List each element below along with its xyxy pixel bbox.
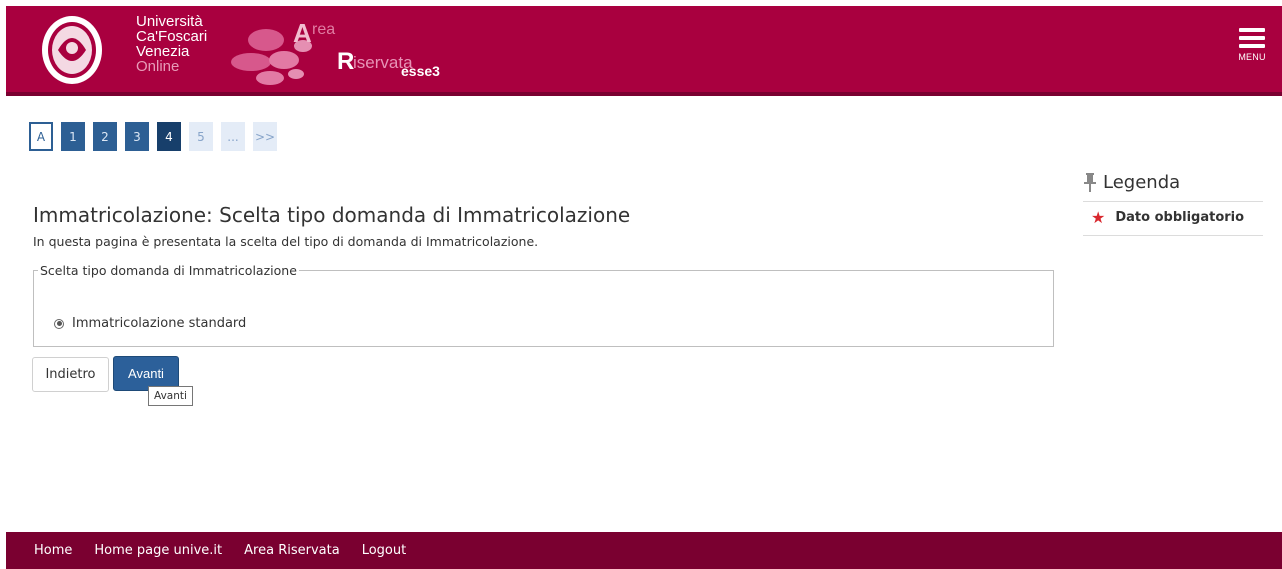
hamburger-icon-bar [1239, 44, 1265, 48]
site-footer: Home Home page unive.it Area Riservata L… [6, 532, 1282, 569]
step-ellipsis[interactable]: ... [221, 122, 245, 151]
university-line-2: Ca'Foscari [136, 28, 208, 45]
university-line-1: Università [136, 13, 203, 30]
asterisk-icon: ★ [1091, 207, 1106, 227]
pin-icon [1084, 172, 1096, 192]
page-title: Immatricolazione: Scelta tipo domanda di… [33, 203, 631, 228]
step-navigation: A 1 2 3 4 5 ... >> [29, 122, 277, 151]
radio-option-standard[interactable]: Immatricolazione standard [54, 316, 246, 331]
site-header: Università Ca'Foscari Venezia Online A r… [6, 6, 1282, 96]
legend-title: Legenda [1103, 172, 1181, 193]
menu-button[interactable]: MENU [1236, 28, 1268, 72]
area-letter-a: A [293, 18, 312, 48]
footer-link-home[interactable]: Home [34, 543, 72, 558]
hamburger-icon-bar [1239, 36, 1265, 40]
application-type-fieldset: Scelta tipo domanda di Immatricolazione … [33, 263, 1054, 347]
university-name[interactable]: Università Ca'Foscari Venezia Online [136, 14, 207, 74]
hamburger-icon [1239, 28, 1265, 32]
step-5[interactable]: 5 [189, 122, 213, 151]
menu-label: MENU [1238, 52, 1266, 62]
step-4-current[interactable]: 4 [157, 122, 181, 151]
page-intro: In questa pagina è presentata la scelta … [33, 234, 539, 249]
step-3[interactable]: 3 [125, 122, 149, 151]
footer-link-logout[interactable]: Logout [362, 543, 407, 558]
step-next-arrow[interactable]: >> [253, 122, 277, 151]
fieldset-legend: Scelta tipo domanda di Immatricolazione [40, 263, 297, 278]
radio-selected-icon[interactable] [54, 318, 64, 329]
area-rea-text: rea [312, 21, 336, 38]
radio-option-label: Immatricolazione standard [72, 316, 247, 331]
area-esse3-text: esse3 [401, 63, 440, 79]
footer-link-area-riservata[interactable]: Area Riservata [244, 543, 340, 558]
legend-panel: Legenda ★ Dato obbligatorio [1083, 172, 1263, 236]
area-letter-r: R [337, 48, 355, 75]
legend-required-label: Dato obbligatorio [1115, 210, 1245, 225]
back-button[interactable]: Indietro [32, 357, 109, 392]
area-riservata-dots-logo [231, 29, 312, 85]
legend-header: Legenda [1083, 172, 1263, 202]
university-line-3: Venezia [136, 43, 190, 60]
legend-item-required: ★ Dato obbligatorio [1083, 202, 1263, 236]
next-button-tooltip: Avanti [148, 386, 193, 406]
footer-link-unive[interactable]: Home page unive.it [94, 543, 222, 558]
step-1[interactable]: 1 [61, 122, 85, 151]
step-a[interactable]: A [29, 122, 53, 151]
step-2[interactable]: 2 [93, 122, 117, 151]
university-online: Online [136, 58, 180, 75]
university-seal-logo[interactable] [40, 14, 104, 86]
